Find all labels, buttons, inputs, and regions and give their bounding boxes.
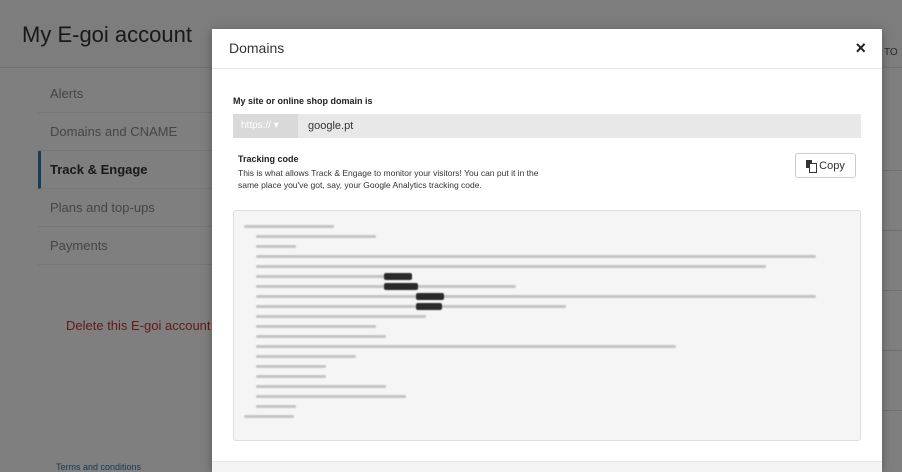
protocol-select[interactable]: https:// ▾ — [233, 114, 298, 138]
modal-footer — [212, 461, 882, 472]
modal-header: Domains × — [212, 29, 882, 69]
tracking-code-title: Tracking code — [238, 154, 299, 164]
copy-button-label: Copy — [819, 159, 845, 172]
copy-button[interactable]: Copy — [795, 153, 856, 178]
close-icon[interactable]: × — [855, 38, 866, 58]
domains-modal: Domains × My site or online shop domain … — [212, 29, 882, 472]
domain-input[interactable] — [308, 114, 858, 138]
tracking-code-description: This is what allows Track & Engage to mo… — [238, 168, 539, 190]
tracking-code-block[interactable] — [233, 210, 861, 441]
domain-field-group: https:// ▾ — [233, 114, 861, 138]
modal-title: Domains — [229, 40, 285, 56]
copy-icon — [806, 160, 818, 173]
domain-label: My site or online shop domain is — [233, 96, 373, 106]
